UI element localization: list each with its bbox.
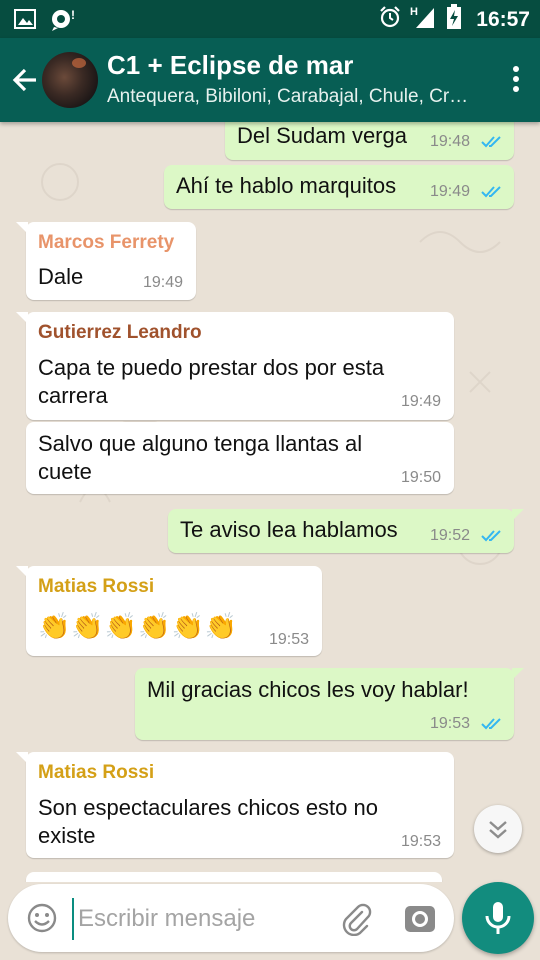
message-time: 19:52	[430, 527, 471, 544]
chat-header: C1 + Eclipse de mar Antequera, Bibiloni,…	[0, 38, 540, 122]
message-text-line: Salvo que alguno tenga llantas al	[38, 431, 363, 456]
signal-icon: H	[410, 4, 438, 35]
dot-icon	[513, 66, 519, 72]
message-bubble-outgoing[interactable]: Ahí te hablo marquitos 19:49	[164, 165, 514, 209]
message-text-line: existe	[38, 823, 96, 848]
smiley-icon	[27, 903, 57, 933]
message-text: Ahí te hablo marquitos	[176, 173, 397, 198]
message-input[interactable]	[72, 898, 330, 940]
message-text-line: Son espectaculares chicos esto no	[38, 795, 378, 820]
message-time: 19:53	[401, 833, 442, 850]
message-bubble-incoming[interactable]: Salvo que alguno tenga llantas al cuete …	[26, 422, 454, 494]
gallery-icon	[14, 9, 36, 34]
status-bar: ! H 16:57	[0, 0, 540, 38]
message-bubble-incoming[interactable]	[26, 872, 442, 882]
message-bubble-incoming[interactable]: Marcos Ferrety Dale 19:49	[16, 222, 196, 300]
avatar[interactable]	[42, 52, 98, 108]
message-time: 19:49	[143, 274, 184, 291]
notification-icon: !	[50, 7, 80, 36]
arrow-left-icon	[12, 68, 36, 92]
dot-icon	[513, 76, 519, 82]
overflow-menu-button[interactable]	[508, 66, 524, 96]
sender-name: Matias Rossi	[38, 762, 155, 783]
back-button[interactable]	[8, 62, 44, 98]
message-time: 19:48	[430, 133, 471, 150]
double-check-read-icon	[481, 186, 501, 198]
message-text-emoji: 👏👏👏👏👏👏	[38, 611, 239, 641]
paperclip-icon	[342, 903, 372, 937]
message-bubble-outgoing[interactable]: Del Sudam verga 19:48	[225, 122, 514, 160]
clock-time: 16:57	[476, 7, 530, 31]
message-bubble-outgoing[interactable]: Mil gracias chicos les voy hablar! 19:53	[135, 668, 524, 740]
sender-name: Marcos Ferrety	[38, 232, 175, 253]
group-members[interactable]: Antequera, Bibiloni, Carabajal, Chule, C…	[107, 86, 472, 108]
microphone-icon	[485, 902, 511, 934]
sender-name: Matias Rossi	[38, 576, 155, 597]
svg-text:!: !	[71, 8, 75, 22]
message-text: Mil gracias chicos les voy hablar!	[147, 677, 469, 702]
attach-button[interactable]	[338, 900, 374, 937]
chat-area[interactable]: Del Sudam verga 19:48 Ahí te hablo marqu…	[0, 122, 540, 882]
message-text: Del Sudam verga	[237, 123, 407, 148]
double-check-read-icon	[481, 718, 501, 730]
message-bubble-incoming[interactable]: Gutierrez Leandro Capa te puedo prestar …	[16, 312, 454, 420]
message-time: 19:50	[401, 469, 442, 486]
voice-record-button[interactable]	[462, 882, 534, 954]
message-time: 19:53	[269, 631, 310, 648]
message-time: 19:49	[401, 393, 442, 410]
message-text: Te aviso lea hablamos	[180, 517, 398, 542]
message-bubble-incoming[interactable]: Matias Rossi 👏👏👏👏👏👏 19:53	[16, 566, 322, 656]
message-text-line: cuete	[38, 459, 92, 484]
battery-charging-icon	[446, 4, 462, 35]
dot-icon	[513, 86, 519, 92]
double-check-read-icon	[481, 530, 501, 542]
emoji-button[interactable]	[26, 902, 58, 934]
message-text-line: Capa te puedo prestar dos por esta	[38, 355, 385, 380]
message-text-line: carrera	[38, 383, 108, 408]
message-bubble-incoming[interactable]: Matias Rossi Son espectaculares chicos e…	[16, 752, 454, 858]
message-composer	[8, 884, 454, 952]
sender-name: Gutierrez Leandro	[38, 322, 202, 343]
camera-icon	[405, 906, 435, 932]
message-time: 19:53	[430, 715, 471, 732]
alarm-icon	[378, 5, 402, 34]
camera-button[interactable]	[403, 902, 437, 934]
scroll-to-bottom-button[interactable]	[474, 805, 522, 853]
chevron-double-down-icon	[489, 821, 507, 839]
double-check-read-icon	[481, 136, 501, 148]
network-label: H	[410, 6, 418, 18]
message-text: Dale	[38, 264, 84, 289]
group-name[interactable]: C1 + Eclipse de mar	[107, 50, 353, 81]
message-bubble-outgoing[interactable]: Te aviso lea hablamos 19:52	[168, 509, 524, 553]
message-time: 19:49	[430, 183, 471, 200]
